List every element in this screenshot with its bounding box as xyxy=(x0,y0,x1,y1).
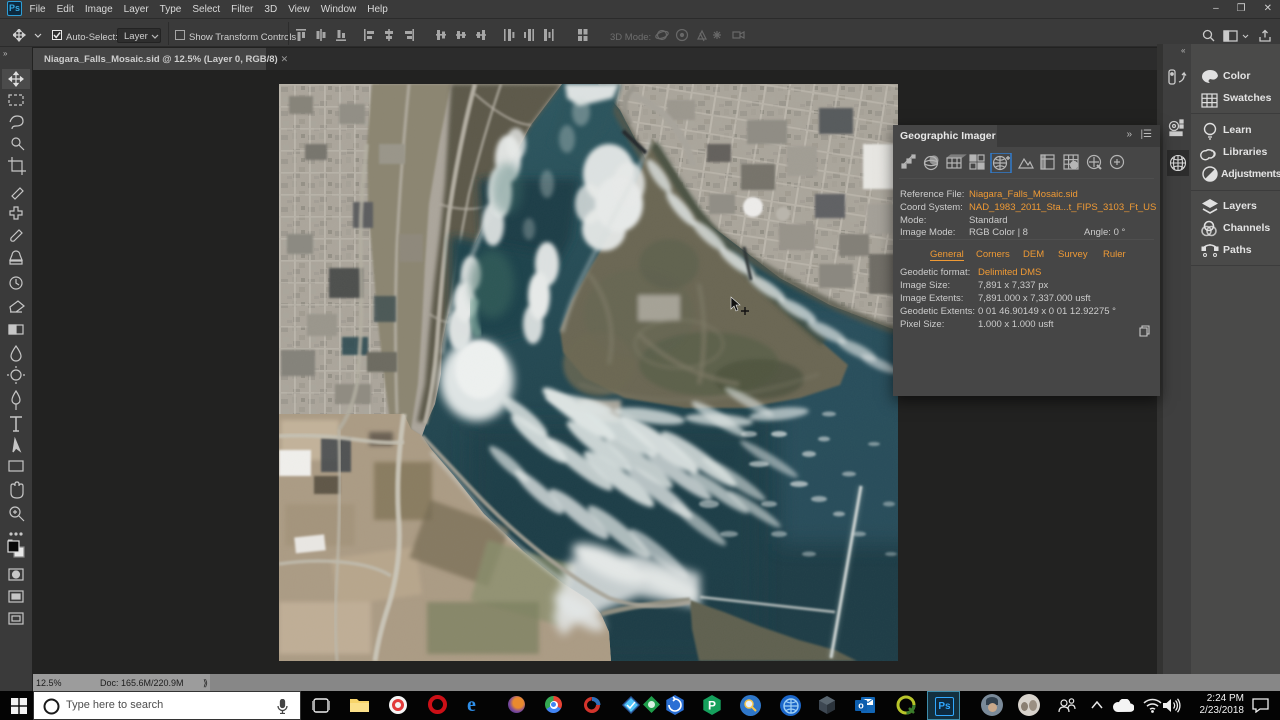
svg-text:P: P xyxy=(708,699,716,713)
svg-text:o: o xyxy=(858,701,864,711)
